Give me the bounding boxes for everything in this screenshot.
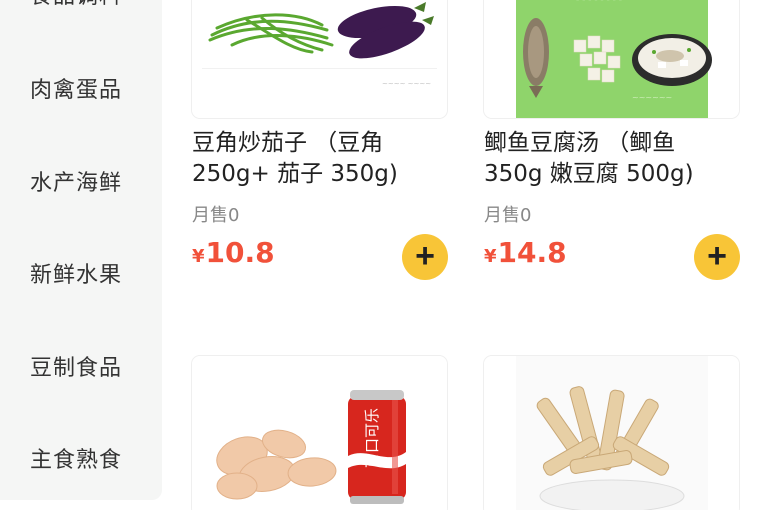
cola-can-text: 可口可乐	[363, 408, 381, 468]
sidebar-item-fresh-fruit[interactable]: 新鲜水果	[30, 257, 122, 289]
product-title-line2: 250g+ 茄子 350g)	[192, 161, 398, 187]
sidebar-item-seasoning[interactable]: 食品调料	[30, 0, 122, 10]
category-sidebar: 食品调料 肉禽蛋品 水产海鲜 新鲜水果 豆制食品 主食熟食	[0, 0, 162, 500]
svg-text:~~~~~~: ~~~~~~	[632, 93, 672, 102]
svg-text:- - - - - - - -: - - - - - - - -	[576, 0, 622, 5]
product-title-line1: 豆角炒茄子 （豆角	[192, 130, 384, 156]
monthly-sales: 月售0	[192, 205, 240, 226]
product-card-wings-cola[interactable]: 可口可乐	[180, 350, 460, 510]
currency-symbol: ¥	[192, 246, 205, 267]
beans-eggplant-image: ~~~~ ~~~~	[192, 0, 447, 118]
product-image-crucian-tofu-soup[interactable]: - - - - - - - - ~~~~~~	[484, 0, 739, 118]
product-card-beans-eggplant[interactable]: ~~~~ ~~~~ 豆角炒茄子 （豆角 250g+ 茄子 350g) 月售0 ¥…	[180, 0, 460, 290]
currency-symbol: ¥	[484, 246, 497, 267]
fried-snack-image	[484, 356, 739, 510]
product-image-beans-eggplant[interactable]: ~~~~ ~~~~	[192, 0, 447, 118]
price-value: 10.8	[205, 236, 275, 269]
sidebar-item-soy-products[interactable]: 豆制食品	[30, 350, 122, 382]
product-title[interactable]: 鲫鱼豆腐汤 （鲫鱼 350g 嫩豆腐 500g)	[484, 128, 754, 190]
add-to-cart-button[interactable]: +	[694, 234, 740, 280]
crucian-tofu-image: - - - - - - - - ~~~~~~	[484, 0, 739, 118]
product-image-fried-snack[interactable]	[484, 356, 739, 510]
sidebar-item-seafood[interactable]: 水产海鲜	[30, 165, 122, 197]
monthly-sales: 月售0	[484, 205, 532, 226]
product-price: ¥14.8	[484, 236, 567, 269]
price-value: 14.8	[497, 236, 567, 269]
product-image-wings-cola[interactable]: 可口可乐	[192, 356, 447, 510]
plus-icon: +	[707, 236, 727, 275]
product-card-fried-snack[interactable]	[472, 350, 752, 510]
add-to-cart-button[interactable]: +	[402, 234, 448, 280]
sidebar-item-meat-poultry-eggs[interactable]: 肉禽蛋品	[30, 72, 122, 104]
product-title-line2: 350g 嫩豆腐 500g)	[484, 161, 694, 187]
product-title-line1: 鲫鱼豆腐汤 （鲫鱼	[484, 130, 676, 156]
product-title[interactable]: 豆角炒茄子 （豆角 250g+ 茄子 350g)	[192, 128, 462, 190]
plus-icon: +	[415, 236, 435, 275]
product-card-crucian-tofu-soup[interactable]: - - - - - - - - ~~~~~~ 鲫鱼豆腐汤 （鲫鱼 350g 嫩豆…	[472, 0, 752, 290]
wings-cola-image: 可口可乐	[192, 356, 447, 510]
svg-text:~~~~ ~~~~: ~~~~ ~~~~	[382, 80, 431, 88]
product-price: ¥10.8	[192, 236, 275, 269]
sidebar-item-staple-deli[interactable]: 主食熟食	[30, 442, 122, 474]
